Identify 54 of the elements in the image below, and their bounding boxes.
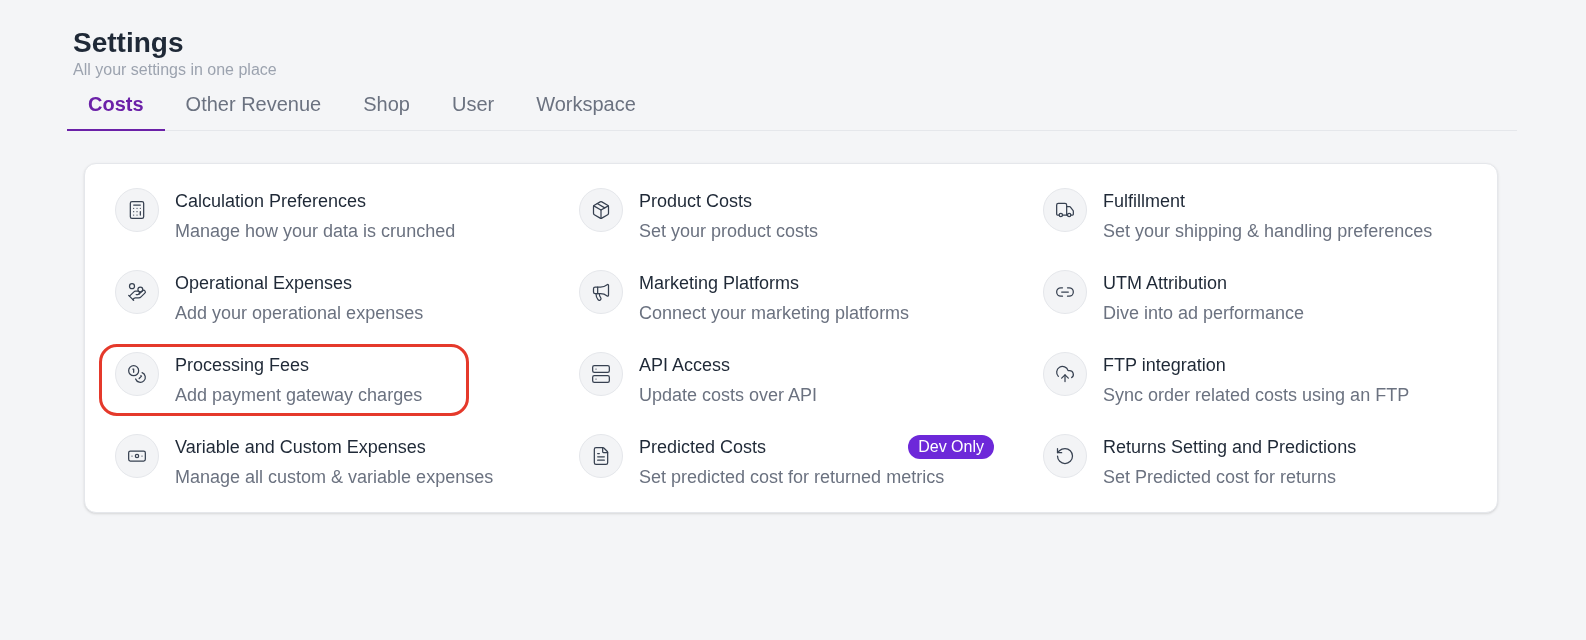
item-description: Add your operational expenses: [175, 302, 425, 325]
item-description: Connect your marketing platforms: [639, 302, 911, 325]
settings-item[interactable]: Predicted Costs Dev Only Set predicted cost for returned metrics: [563, 426, 1003, 498]
item-title: FTP integration: [1103, 354, 1226, 377]
settings-item[interactable]: API Access Update costs over API: [563, 344, 1003, 416]
item-description: Manage all custom & variable expenses: [175, 466, 495, 489]
item-title: Processing Fees: [175, 354, 310, 377]
item-title: Marketing Platforms: [639, 272, 800, 295]
item-description: Dive into ad performance: [1103, 302, 1306, 325]
item-title: API Access: [639, 354, 731, 377]
tab[interactable]: Costs: [67, 86, 165, 131]
item-description: Set your product costs: [639, 220, 820, 243]
dev-badge: Dev Only: [908, 435, 994, 459]
settings-item[interactable]: FTP integration Sync order related costs using an FTP: [1027, 344, 1467, 416]
document-icon: [591, 446, 611, 466]
item-title: Predicted Costs: [639, 436, 767, 459]
tab[interactable]: Workspace: [515, 86, 657, 131]
coin-icon: [127, 364, 147, 384]
item-title: Fulfillment: [1103, 190, 1186, 213]
item-title: Operational Expenses: [175, 272, 353, 295]
item-title: Calculation Preferences: [175, 190, 367, 213]
tab[interactable]: User: [430, 86, 516, 131]
settings-item[interactable]: Fulfillment Set your shipping & handling preferences: [1027, 180, 1467, 252]
item-title: Returns Setting and Predictions: [1103, 436, 1357, 459]
item-description: Manage how your data is crunched: [175, 220, 457, 243]
hand-coin-icon: [127, 282, 147, 302]
item-description: Set your shipping & handling preferences: [1103, 220, 1434, 243]
settings-item[interactable]: Product Costs Set your product costs: [563, 180, 1003, 252]
cloud-upload-icon: [1055, 364, 1075, 384]
page-subtitle: All your settings in one place: [73, 60, 278, 80]
item-description: Set Predicted cost for returns: [1103, 466, 1338, 489]
item-description: Set predicted cost for returned metrics: [639, 466, 946, 489]
package-icon: [591, 200, 611, 220]
megaphone-icon: [591, 282, 611, 302]
settings-item[interactable]: Calculation Preferences Manage how your data is crunched: [99, 180, 539, 252]
truck-icon: [1055, 200, 1075, 220]
item-description: Sync order related costs using an FTP: [1103, 384, 1411, 407]
tab[interactable]: Other Revenue: [164, 86, 343, 131]
item-title: Product Costs: [639, 190, 753, 213]
item-description: Update costs over API: [639, 384, 819, 407]
item-title: UTM Attribution: [1103, 272, 1228, 295]
settings-item[interactable]: UTM Attribution Dive into ad performance: [1027, 262, 1467, 334]
undo-icon: [1055, 446, 1075, 466]
settings-item[interactable]: Variable and Custom Expenses Manage all custom & variable expenses: [99, 426, 539, 498]
page-title: Settings: [73, 26, 185, 60]
settings-item[interactable]: Returns Setting and Predictions Set Predicted cost for returns: [1027, 426, 1467, 498]
tab[interactable]: Shop: [342, 86, 431, 131]
settings-item[interactable]: Processing Fees Add payment gateway charges: [99, 344, 469, 416]
server-icon: [591, 364, 611, 384]
settings-item[interactable]: Operational Expenses Add your operational expenses: [99, 262, 539, 334]
item-title: Variable and Custom Expenses: [175, 436, 426, 459]
calculator-icon: [127, 200, 147, 220]
settings-item[interactable]: Marketing Platforms Connect your marketing platforms: [563, 262, 1003, 334]
item-description: Add payment gateway charges: [175, 384, 424, 407]
